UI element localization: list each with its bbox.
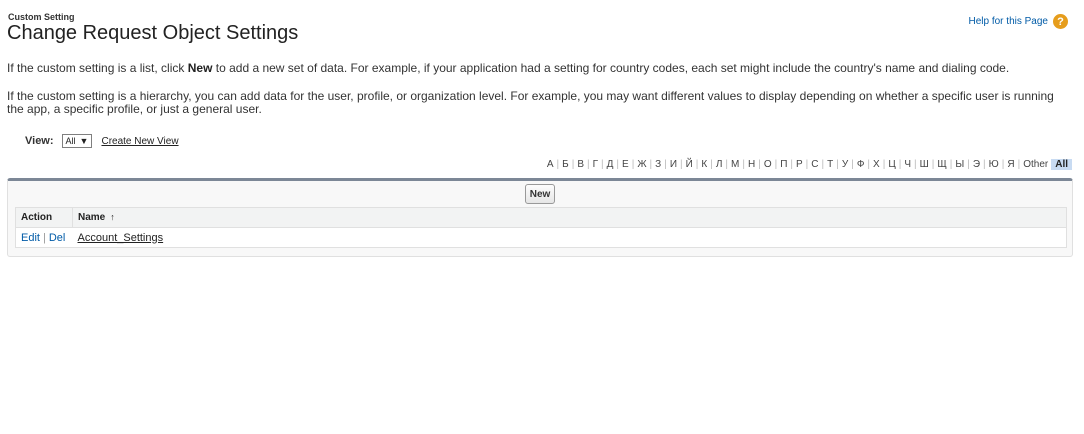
alphabet-letter[interactable]: Е: [622, 159, 629, 170]
alphabet-separator: |: [758, 159, 761, 170]
alphabet-separator: |: [983, 159, 986, 170]
alphabet-separator: |: [649, 159, 653, 170]
alphabet-letter-all[interactable]: All: [1051, 159, 1072, 170]
setting-name-link[interactable]: Account_Settings: [78, 232, 164, 244]
table-row: Edit | Del Account_Settings: [16, 228, 1067, 248]
alphabet-letter[interactable]: Ф: [857, 159, 865, 170]
row-actions: Edit | Del: [16, 228, 73, 248]
alphabet-separator: |: [836, 159, 839, 170]
alphabet-letter[interactable]: Д: [607, 159, 614, 170]
alphabet-letter[interactable]: Б: [562, 159, 569, 170]
column-header-name[interactable]: Name ↑: [72, 207, 1067, 228]
alphabet-separator: |: [725, 159, 729, 170]
edit-link[interactable]: Edit: [21, 232, 40, 244]
alphabet-letter[interactable]: Э: [973, 159, 980, 170]
alphabet-letter[interactable]: Х: [873, 159, 880, 170]
alphabet-separator: |: [601, 159, 604, 170]
alphabet-letter[interactable]: А: [547, 159, 554, 170]
alphabet-letter[interactable]: Ш: [920, 159, 929, 170]
alphabet-separator: |: [851, 159, 854, 170]
delete-link[interactable]: Del: [49, 232, 66, 244]
alphabet-separator: |: [914, 159, 917, 170]
chevron-down-icon: ▼: [79, 136, 89, 146]
view-label: View:: [25, 135, 54, 147]
alphabet-separator: |: [571, 159, 575, 170]
alphabet-letter[interactable]: Г: [593, 159, 598, 170]
page-kicker: Custom Setting: [8, 12, 75, 22]
settings-table: Action Name ↑ Edit | Del Account_Settings: [15, 207, 1067, 248]
column-header-action: Action: [15, 207, 73, 228]
create-new-view-link[interactable]: Create New View: [101, 136, 178, 147]
alphabet-separator: |: [587, 159, 590, 170]
alphabet-letter[interactable]: Н: [748, 159, 755, 170]
alphabet-letter[interactable]: Я: [1007, 159, 1014, 170]
alphabet-filter: А | Б | В | Г | Д | Е | Ж | З | И | Й | К | Л | М | Н | О | П | Р | С | Т | У |…: [547, 159, 1072, 170]
alphabet-letter[interactable]: Л: [716, 159, 723, 170]
alphabet-letter[interactable]: М: [731, 159, 739, 170]
list-panel: New Action Name ↑ Edit | Del Account_Settin…: [7, 178, 1073, 257]
alphabet-letter[interactable]: Ч: [904, 159, 911, 170]
alphabet-separator: |: [805, 159, 809, 170]
alphabet-letter[interactable]: В: [577, 159, 584, 170]
alphabet-letter[interactable]: Ж: [637, 159, 646, 170]
description-hierarchy: If the custom setting is a hierarchy, yo…: [7, 89, 1054, 116]
alphabet-separator: |: [967, 159, 970, 170]
view-select[interactable]: All ▼: [61, 134, 93, 148]
alphabet-letter[interactable]: Щ: [937, 159, 946, 170]
alphabet-letter[interactable]: О: [764, 159, 772, 170]
page-header: Custom Setting Change Request Object Set…: [7, 12, 1084, 48]
alphabet-separator: |: [790, 159, 793, 170]
alphabet-separator: |: [898, 159, 902, 170]
view-select-value: All: [65, 136, 76, 146]
alphabet-letter[interactable]: Ц: [888, 159, 895, 170]
alphabet-letter[interactable]: П: [780, 159, 787, 170]
alphabet-separator: |: [1001, 159, 1005, 170]
alphabet-letter[interactable]: Т: [827, 159, 833, 170]
help-area: Help for this Page ?: [969, 14, 1068, 29]
alphabet-separator: |: [710, 159, 713, 170]
desc-new-bold: New: [187, 61, 213, 75]
view-row: View: All ▼ Create New View: [25, 134, 179, 148]
alphabet-separator: |: [774, 159, 778, 170]
alphabet-letter[interactable]: Й: [686, 159, 693, 170]
column-header-name-label: Name: [78, 212, 106, 223]
alphabet-letter[interactable]: Ю: [989, 159, 999, 170]
alphabet-separator: |: [556, 159, 560, 170]
alphabet-separator: |: [867, 159, 871, 170]
alphabet-separator: |: [695, 159, 699, 170]
alphabet-separator: |: [931, 159, 935, 170]
sort-ascending-icon: ↑: [110, 212, 115, 222]
alphabet-letter[interactable]: И: [670, 159, 677, 170]
help-link[interactable]: Help for this Page: [969, 16, 1049, 27]
alphabet-separator: |: [882, 159, 886, 170]
alphabet-separator: |: [949, 159, 953, 170]
new-button[interactable]: New: [525, 184, 555, 204]
alphabet-letter[interactable]: С: [811, 159, 818, 170]
alphabet-separator: |: [821, 159, 825, 170]
alphabet-separator: |: [680, 159, 683, 170]
table-header-row: Action Name ↑: [15, 207, 1067, 228]
row-name-cell: Account_Settings: [73, 228, 1067, 248]
description-list: If the custom setting is a list, click N…: [7, 62, 1057, 75]
desc-text-1a: If the custom setting is a list, click: [7, 61, 188, 75]
alphabet-separator: |: [616, 159, 620, 170]
alphabet-separator: |: [1017, 159, 1021, 170]
alphabet-letter[interactable]: З: [655, 159, 661, 170]
desc-text-1b: to add a new set of data. For example, i…: [212, 61, 1010, 75]
page-title: Change Request Object Settings: [7, 22, 299, 44]
alphabet-letter[interactable]: Other: [1023, 159, 1048, 170]
alphabet-letter[interactable]: У: [842, 159, 848, 170]
action-separator: |: [42, 231, 46, 244]
alphabet-separator: |: [742, 159, 745, 170]
alphabet-separator: |: [631, 159, 635, 170]
alphabet-letter[interactable]: К: [701, 159, 707, 170]
alphabet-letter[interactable]: Ы: [955, 159, 964, 170]
help-icon[interactable]: ?: [1053, 14, 1068, 29]
alphabet-separator: |: [664, 159, 667, 170]
alphabet-letter[interactable]: Р: [796, 159, 803, 170]
